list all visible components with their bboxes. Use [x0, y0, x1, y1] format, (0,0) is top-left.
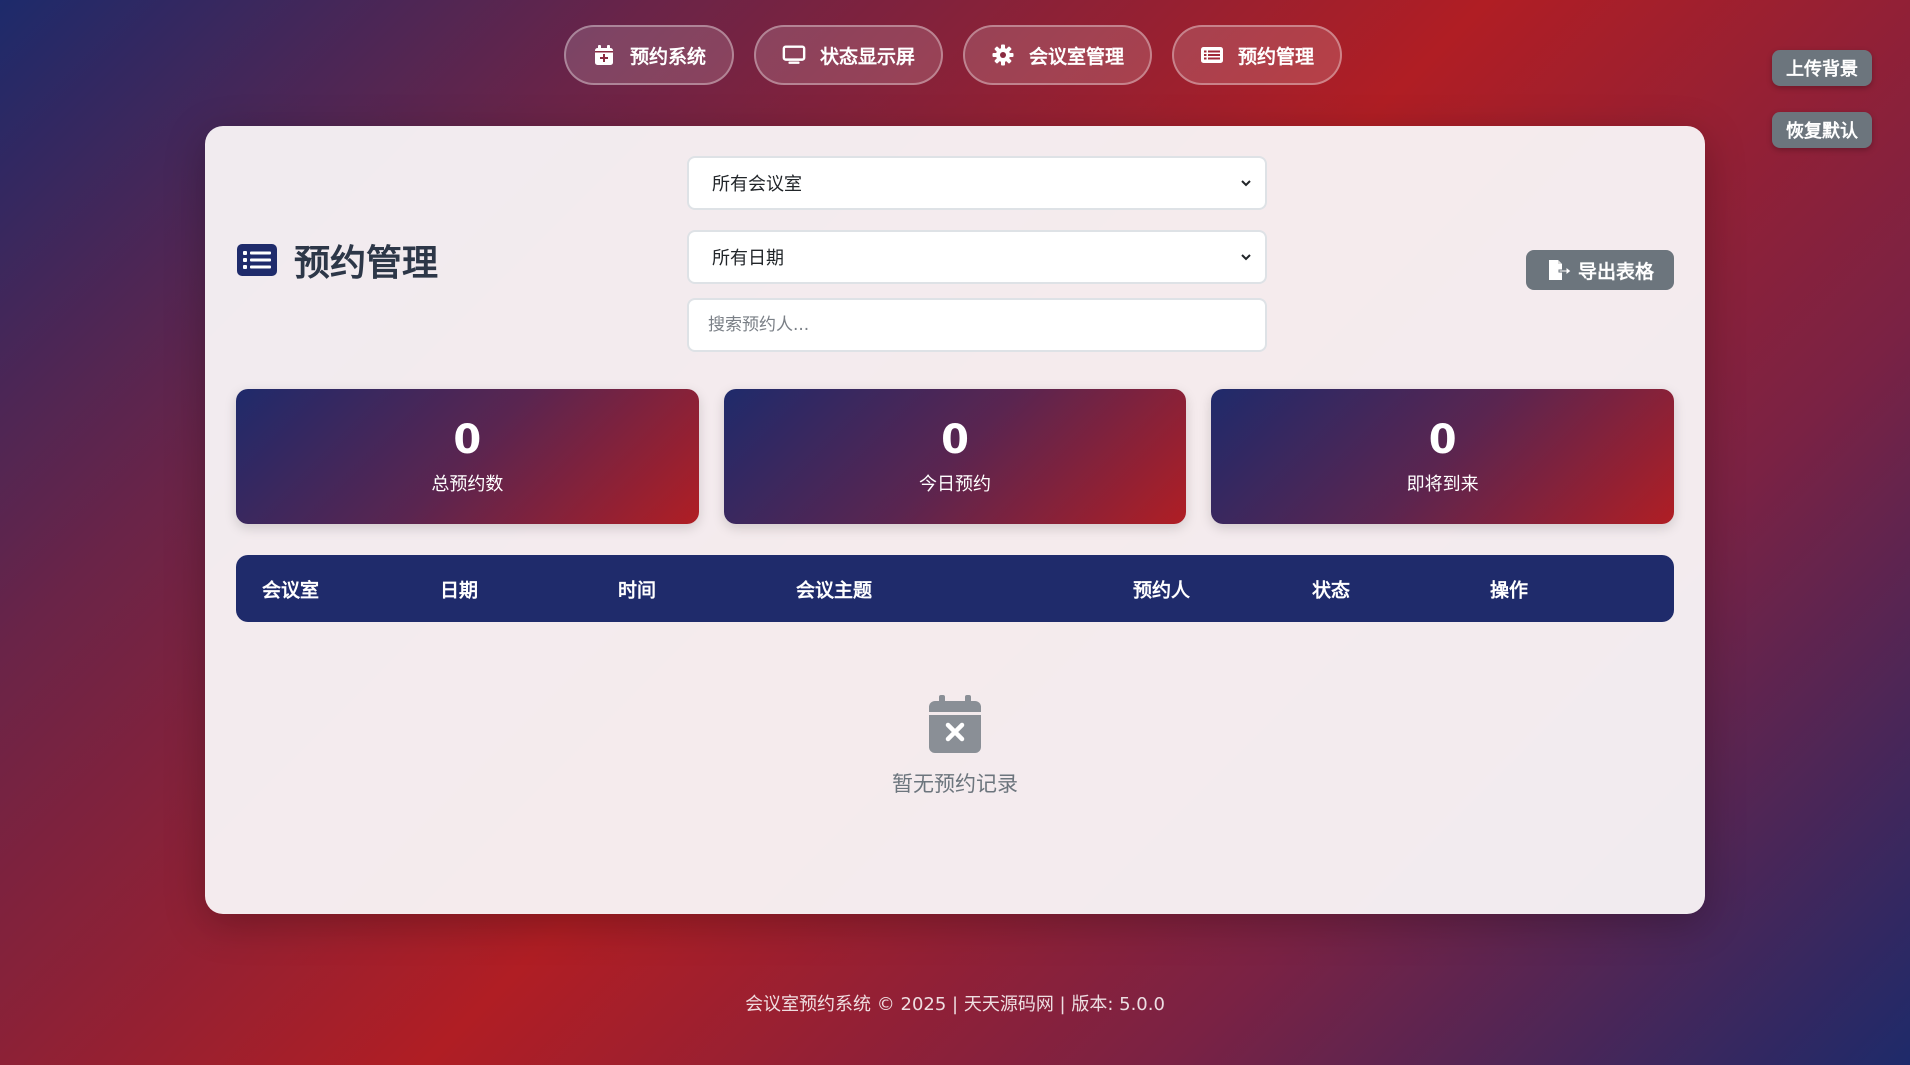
monitor-icon	[782, 43, 806, 67]
table-header: 会议室 日期 时间 会议主题 预约人 状态 操作	[236, 555, 1674, 622]
column-header-date[interactable]: 日期	[440, 575, 478, 602]
export-table-button[interactable]: 导出表格	[1525, 250, 1674, 290]
nav-room-management[interactable]: 会议室管理	[963, 25, 1153, 85]
stat-label: 即将到来	[1406, 473, 1479, 495]
nav-booking-system[interactable]: 预约系统	[564, 25, 735, 85]
column-header-status[interactable]: 状态	[1312, 575, 1350, 602]
footer: 会议室预约系统 © 2025 | 天天源码网 | 版本: 5.0.0	[745, 994, 1165, 1015]
top-nav: 预约系统 状态显示屏 会议室管理 预约管理	[564, 25, 1343, 85]
stat-value: 0	[453, 416, 482, 463]
stat-value: 0	[1428, 416, 1457, 463]
nav-label: 预约管理	[1238, 45, 1315, 68]
upload-background-button[interactable]: 上传背景	[1772, 50, 1872, 86]
column-header-room[interactable]: 会议室	[262, 575, 319, 602]
stats-row: 0 总预约数 0 今日预约 0 即将到来	[236, 389, 1675, 524]
stat-value: 0	[941, 416, 969, 463]
stat-label: 总预约数	[431, 473, 504, 495]
nav-booking-management[interactable]: 预约管理	[1172, 25, 1343, 85]
calendar-x-icon	[929, 695, 981, 753]
list-icon	[236, 243, 278, 277]
date-select-value: 所有日期	[712, 248, 784, 269]
column-header-topic[interactable]: 会议主题	[796, 575, 872, 602]
list-icon	[1200, 43, 1224, 67]
stat-total-bookings: 0 总预约数	[236, 389, 699, 524]
stat-upcoming: 0 即将到来	[1211, 389, 1675, 524]
nav-label: 预约系统	[630, 45, 707, 68]
stat-today-bookings: 0 今日预约	[723, 389, 1187, 524]
column-header-actions: 操作	[1490, 579, 1529, 601]
stat-label: 今日预约	[919, 473, 991, 495]
booking-management-card: 预约管理 所有会议室 所有日期 导出表格 0 总预约数 0 今日预约 0 即将到…	[205, 126, 1705, 914]
chevron-down-icon	[1241, 254, 1251, 261]
empty-state: 暂无预约记录	[205, 694, 1705, 798]
nav-status-display[interactable]: 状态显示屏	[754, 25, 944, 85]
room-select-value: 所有会议室	[712, 174, 802, 195]
nav-label: 会议室管理	[1029, 45, 1125, 68]
date-select[interactable]: 所有日期	[687, 230, 1267, 284]
restore-default-button[interactable]: 恢复默认	[1772, 112, 1872, 148]
export-label: 导出表格	[1577, 260, 1654, 283]
column-header-time[interactable]: 时间	[618, 575, 656, 602]
filters: 所有会议室 所有日期	[687, 156, 1267, 352]
export-file-icon	[1546, 259, 1572, 281]
column-header-booker[interactable]: 预约人	[1133, 575, 1190, 602]
nav-label: 状态显示屏	[820, 45, 916, 68]
page-title-text: 预约管理	[294, 243, 439, 284]
chevron-down-icon	[1241, 180, 1251, 187]
gear-icon	[991, 43, 1015, 67]
calendar-plus-icon	[592, 43, 616, 67]
search-booker-input[interactable]	[687, 298, 1267, 352]
page-title: 预约管理	[236, 234, 438, 286]
room-select[interactable]: 所有会议室	[687, 156, 1267, 210]
empty-state-text: 暂无预约记录	[892, 772, 1018, 796]
